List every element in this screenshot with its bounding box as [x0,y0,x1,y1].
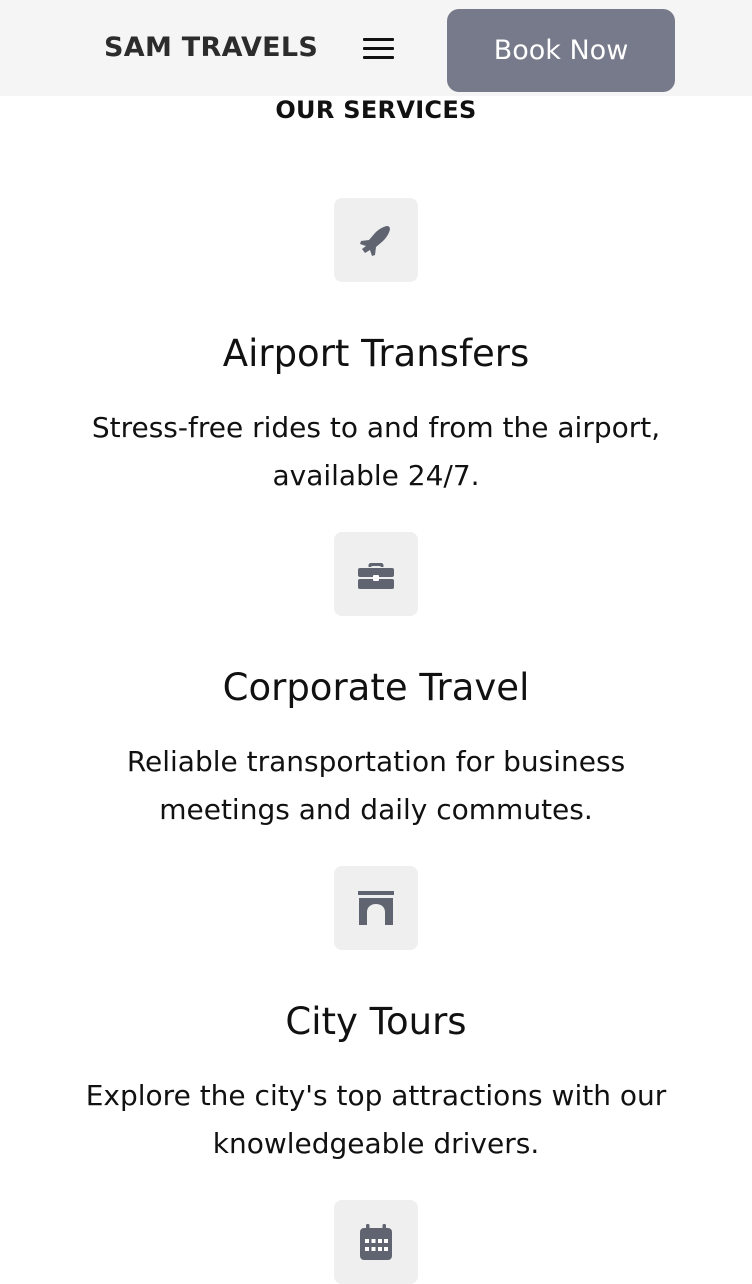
briefcase-icon [358,563,394,589]
service-title: Airport Transfers [222,332,530,375]
service-icon-box [334,532,418,616]
service-description: Explore the city's top attractions with … [85,1079,667,1160]
service-icon-box [334,866,418,950]
menu-bar [363,38,394,41]
service-title: City Tours [285,1000,467,1043]
service-icon-box [334,1200,418,1284]
calendar-icon [360,1224,392,1260]
services-heading: OUR SERVICES [275,96,477,124]
book-now-button[interactable]: Book Now [447,9,675,92]
menu-bar [363,56,394,59]
service-description: Stress-free rides to and from the airpor… [91,411,661,492]
airplane-icon [360,226,390,256]
menu-bar [363,47,394,50]
site-header: SAM TRAVELS Book Now [0,0,752,96]
hamburger-menu-icon[interactable] [360,34,396,64]
brand-logo[interactable]: SAM TRAVELS [104,32,318,63]
archway-icon [358,891,394,925]
service-title: Corporate Travel [222,666,530,709]
service-icon-box [334,198,418,282]
service-description: Reliable transportation for business mee… [126,745,626,826]
